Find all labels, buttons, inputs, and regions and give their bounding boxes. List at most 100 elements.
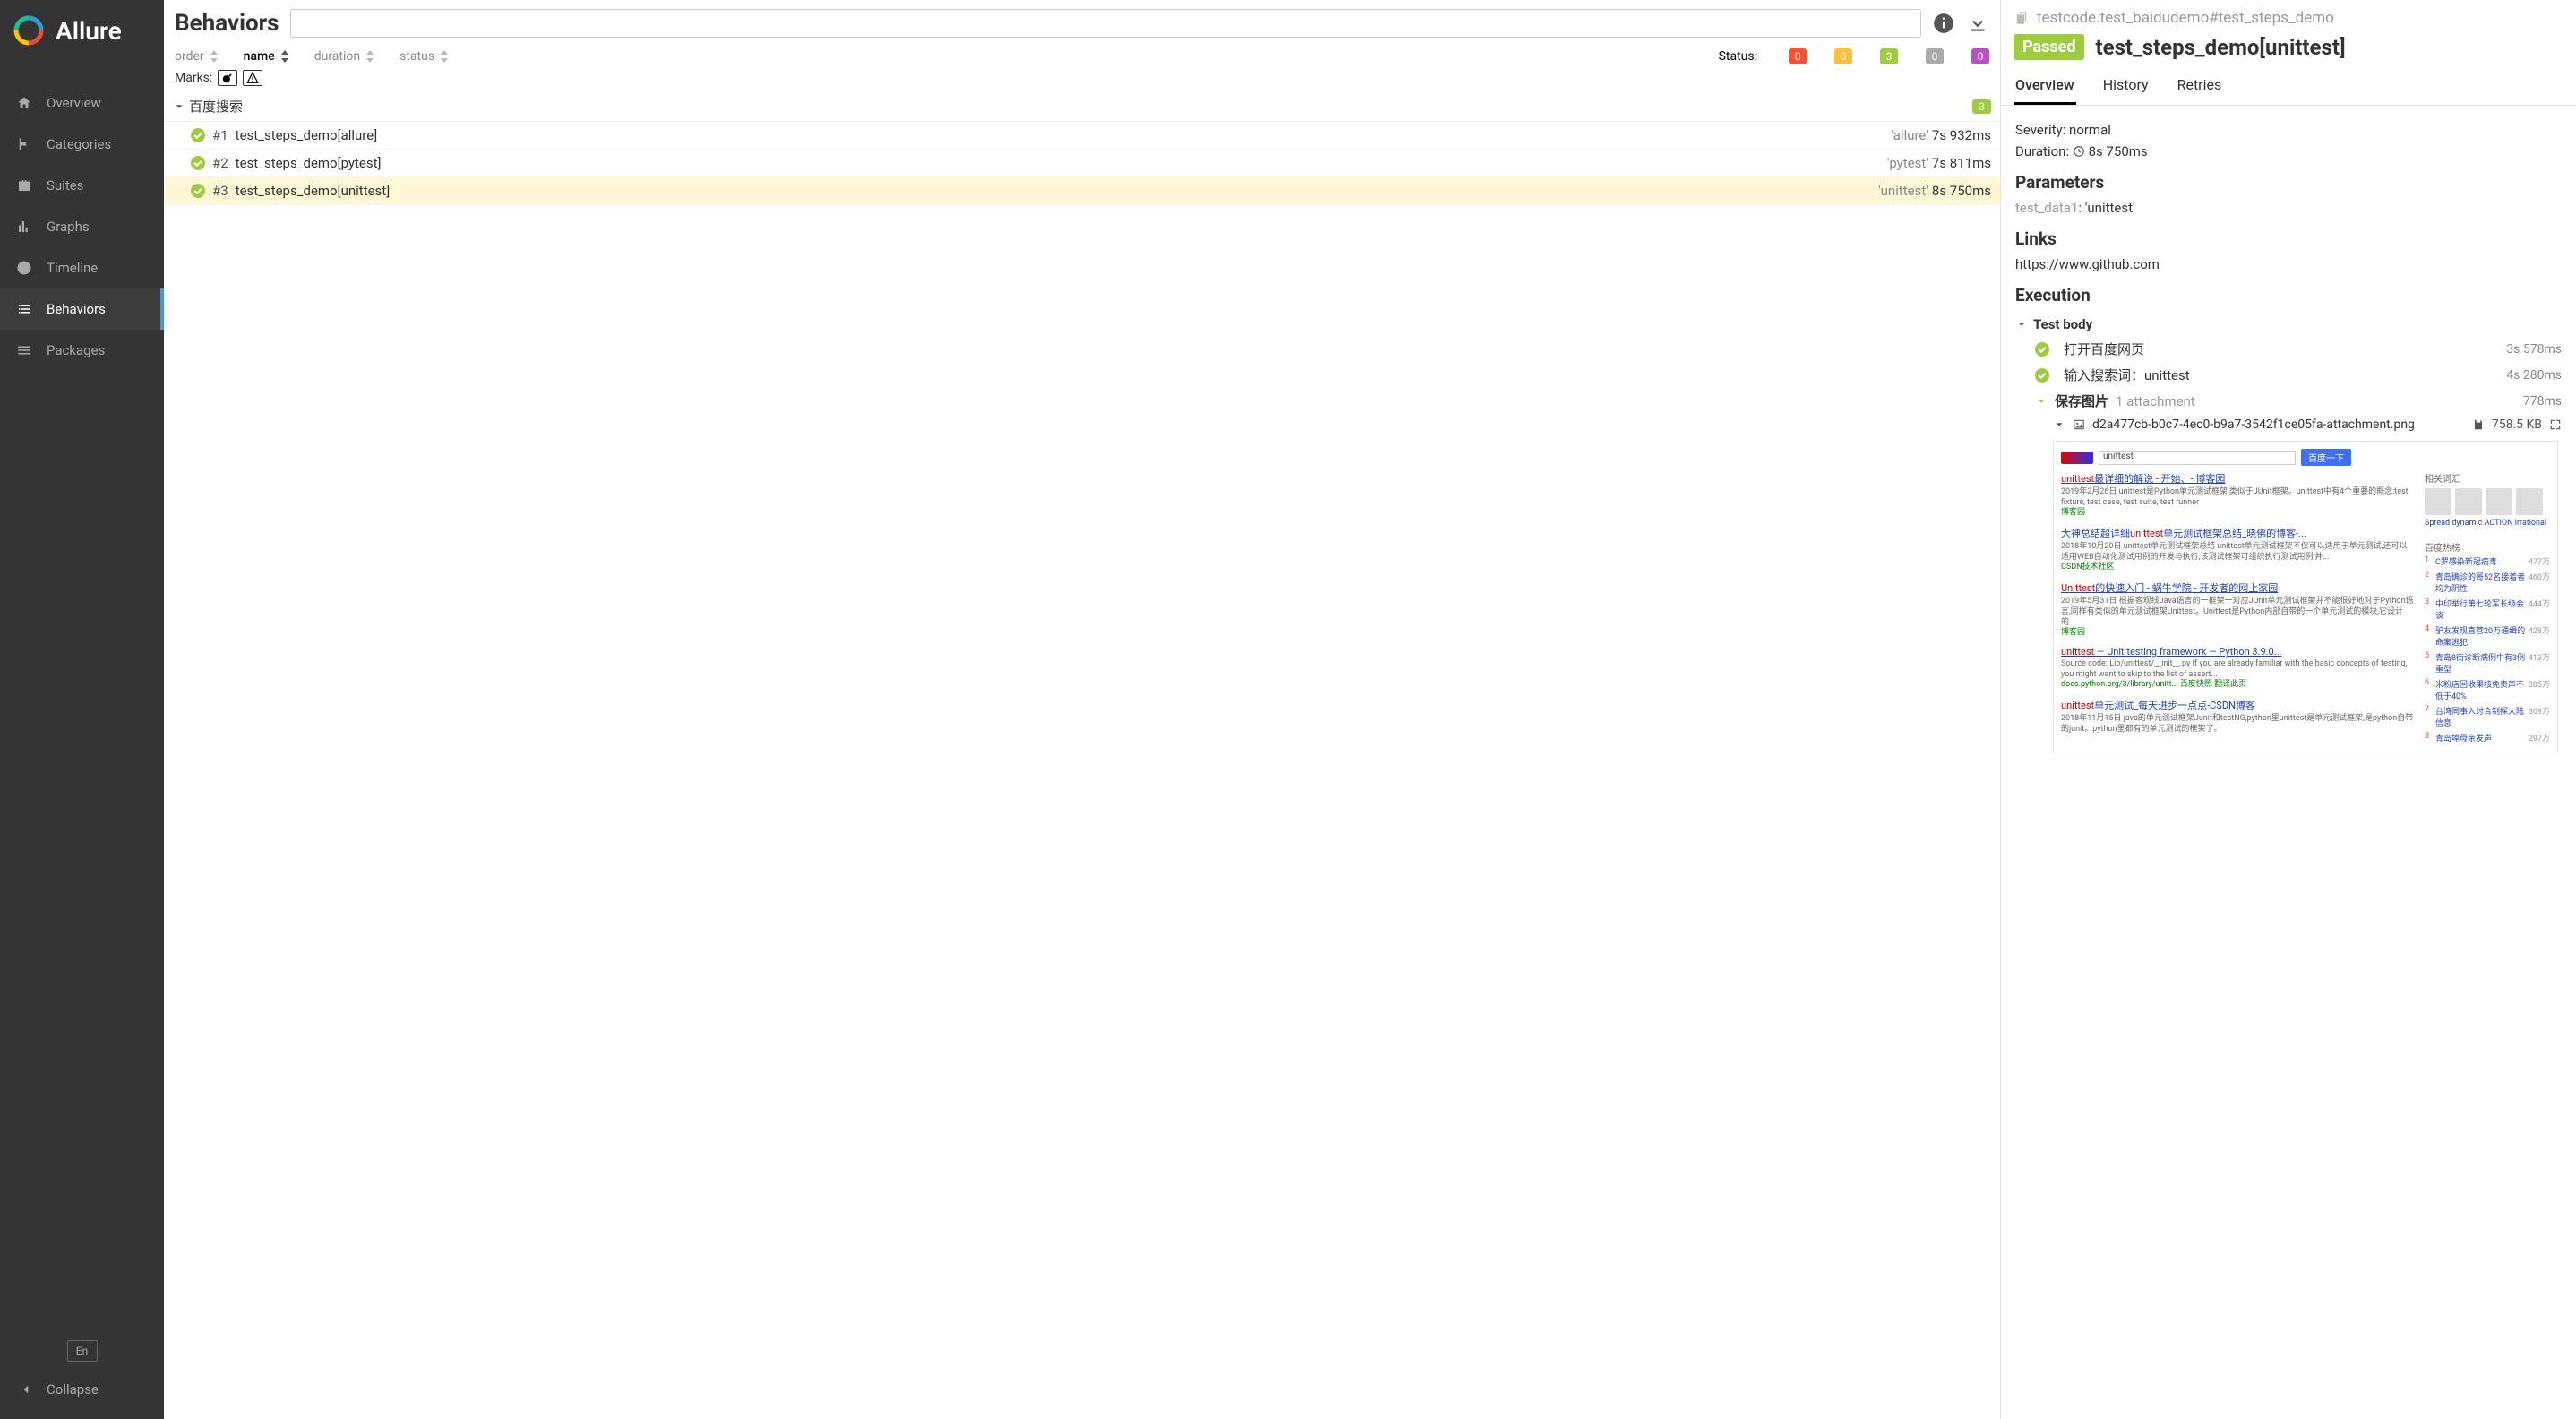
sidebar-item-behaviors[interactable]: Behaviors	[0, 288, 164, 330]
chevron-down-icon	[2035, 395, 2048, 408]
test-duration: 8s 750ms	[1932, 183, 1991, 199]
sort-icon	[440, 50, 449, 63]
severity: Severity: normal	[2015, 122, 2562, 138]
behaviors-pane: Behaviors order name duration status Sta…	[164, 0, 2001, 1419]
sidebar-item-graphs[interactable]: Graphs	[0, 206, 164, 247]
detail-tabs: Overview History Retries	[2001, 69, 2576, 106]
status-failed-count[interactable]: 0	[1789, 48, 1807, 64]
layers-icon	[16, 342, 32, 358]
sidebar-item-overview[interactable]: Overview	[0, 82, 164, 124]
collapse-label: Collapse	[47, 1381, 99, 1398]
parameters-heading: Parameters	[2015, 172, 2562, 193]
test-duration: 7s 932ms	[1932, 127, 1991, 143]
sort-name[interactable]: name	[244, 49, 289, 64]
collapse-button[interactable]: Collapse	[0, 1371, 164, 1408]
bomb-icon	[221, 72, 234, 84]
shot-search-input: unittest	[2099, 451, 2296, 465]
test-number: #2	[212, 155, 228, 171]
clock-icon	[2073, 145, 2085, 158]
test-name: test_steps_demo[pytest]	[236, 155, 1887, 171]
tab-history[interactable]: History	[2101, 69, 2151, 105]
test-body-toggle[interactable]: Test body	[2015, 313, 2562, 336]
detail-title: test_steps_demo[unittest]	[2095, 35, 2345, 60]
test-number: #3	[212, 183, 228, 199]
chart-icon	[16, 219, 32, 235]
sort-status[interactable]: status	[399, 49, 449, 64]
tab-overview[interactable]: Overview	[2014, 69, 2076, 105]
group-row[interactable]: 百度搜索 3	[164, 91, 2000, 122]
warning-icon	[246, 72, 259, 84]
test-tag: 'allure'	[1892, 127, 1928, 143]
nav-label: Timeline	[47, 260, 98, 276]
copy-icon[interactable]	[2014, 10, 2030, 26]
sorter-bar: order name duration status Status: 0 0 3…	[164, 45, 2000, 66]
sort-duration[interactable]: duration	[314, 49, 374, 64]
chevron-down-icon	[2053, 418, 2065, 431]
nav-label: Overview	[47, 95, 101, 111]
status-label: Status:	[1719, 49, 1757, 64]
baidu-logo-icon	[2061, 452, 2093, 464]
test-duration: 7s 811ms	[1932, 155, 1991, 171]
step-row[interactable]: 保存图片 1 attachment 778ms	[2015, 388, 2562, 414]
test-tag: 'pytest'	[1887, 155, 1928, 171]
sidebar-item-packages[interactable]: Packages	[0, 330, 164, 371]
chevron-left-icon	[18, 1381, 34, 1398]
fullscreen-icon[interactable]	[2549, 418, 2562, 431]
status-badge: Passed	[2014, 34, 2084, 60]
nav-label: Categories	[47, 136, 111, 152]
passed-dot-icon	[191, 128, 205, 142]
passed-dot-icon	[2035, 342, 2049, 357]
mark-new-failed[interactable]	[243, 70, 262, 86]
mark-flaky[interactable]	[218, 70, 237, 86]
test-row[interactable]: #2 test_steps_demo[pytest] 'pytest' 7s 8…	[164, 150, 2000, 177]
duration: Duration: 8s 750ms	[2015, 143, 2562, 159]
sidebar-item-suites[interactable]: Suites	[0, 165, 164, 206]
parameter-row: test_data1: 'unittest'	[2015, 200, 2562, 216]
briefcase-icon	[16, 177, 32, 194]
marks-bar: Marks:	[164, 66, 2000, 91]
shot-search-button: 百度一下	[2301, 449, 2351, 466]
sidebar-item-categories[interactable]: Categories	[0, 124, 164, 165]
attachment-preview[interactable]: unittest 百度一下 unittest最详细的解说 - 开始、- 博客园2…	[2053, 441, 2558, 753]
test-name: test_steps_demo[unittest]	[236, 183, 1878, 199]
test-row[interactable]: #1 test_steps_demo[allure] 'allure' 7s 9…	[164, 122, 2000, 150]
detail-path: testcode.test_baidudemo#test_steps_demo	[2001, 0, 2576, 30]
detail-pane: testcode.test_baidudemo#test_steps_demo …	[2001, 0, 2576, 1419]
passed-dot-icon	[191, 184, 205, 198]
nav-label: Graphs	[47, 219, 90, 235]
home-icon	[16, 95, 32, 111]
download-icon[interactable]	[1966, 12, 1989, 35]
save-icon[interactable]	[2472, 418, 2485, 431]
image-icon	[2073, 418, 2085, 431]
test-name: test_steps_demo[allure]	[236, 127, 1892, 143]
execution-heading: Execution	[2015, 285, 2562, 305]
status-passed-count[interactable]: 3	[1880, 48, 1898, 64]
logo[interactable]: Allure	[0, 0, 164, 61]
nav-label: Suites	[47, 177, 83, 194]
status-skipped-count[interactable]: 0	[1926, 48, 1944, 64]
sort-icon	[280, 50, 289, 63]
status-broken-count[interactable]: 0	[1834, 48, 1852, 64]
passed-dot-icon	[191, 156, 205, 170]
status-unknown-count[interactable]: 0	[1971, 48, 1989, 64]
test-row[interactable]: #3 test_steps_demo[unittest] 'unittest' …	[164, 177, 2000, 205]
sidebar: Allure Overview Categories Suites Graphs…	[0, 0, 164, 1419]
link-item[interactable]: https://www.github.com	[2015, 256, 2562, 272]
nav: Overview Categories Suites Graphs Timeli…	[0, 61, 164, 1320]
page-title: Behaviors	[175, 10, 279, 37]
chevron-down-icon	[2015, 318, 2028, 331]
search-input[interactable]	[290, 9, 1921, 38]
attachment-row[interactable]: d2a477cb-b0c7-4ec0-b9a7-3542f1ce05fa-att…	[2015, 414, 2562, 435]
language-toggle[interactable]: En	[67, 1340, 98, 1362]
marks-label: Marks:	[175, 71, 212, 85]
info-icon[interactable]	[1932, 12, 1955, 35]
flag-icon	[16, 136, 32, 152]
sort-order[interactable]: order	[175, 49, 219, 64]
allure-logo-icon	[13, 14, 45, 47]
step-row[interactable]: 打开百度网页 3s 578ms	[2015, 336, 2562, 362]
nav-label: Packages	[47, 342, 105, 358]
step-row[interactable]: 输入搜索词：unittest 4s 280ms	[2015, 362, 2562, 388]
clock-icon	[16, 260, 32, 276]
tab-retries[interactable]: Retries	[2176, 69, 2224, 105]
sidebar-item-timeline[interactable]: Timeline	[0, 247, 164, 288]
